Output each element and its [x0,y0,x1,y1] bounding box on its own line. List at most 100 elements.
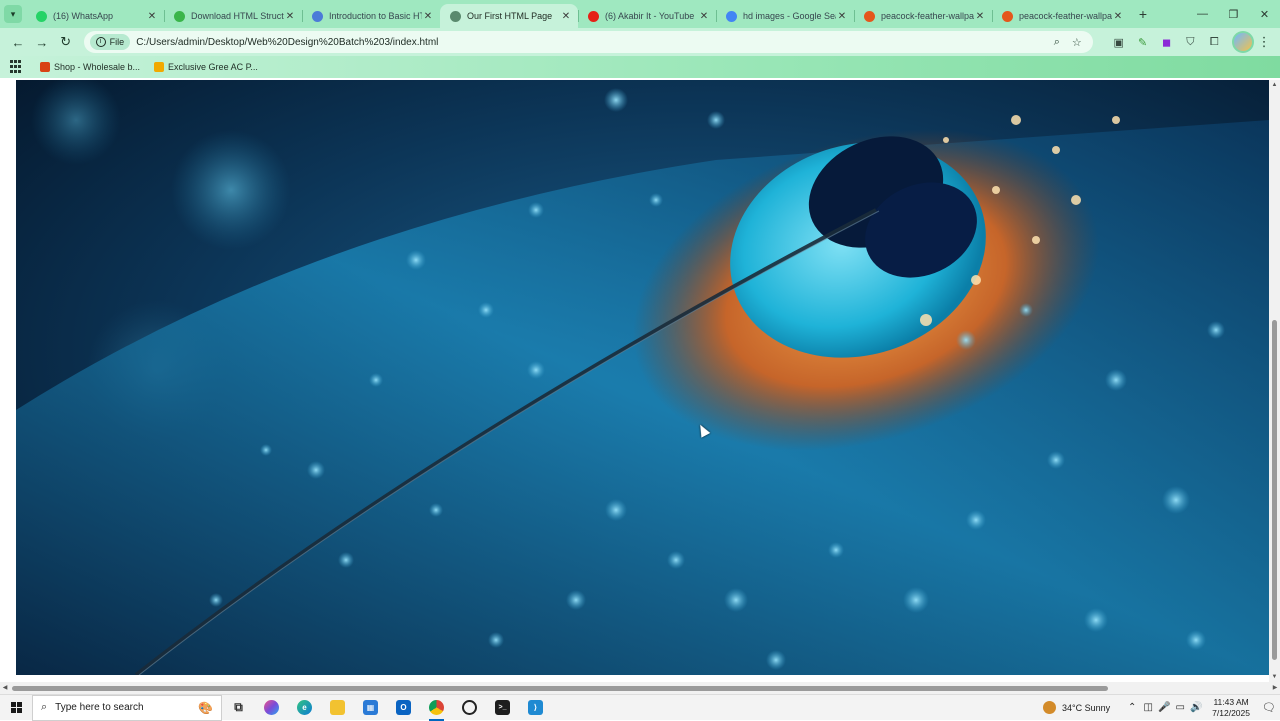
site-chip-label: File [109,37,125,47]
search-highlight-icon: 🎨 [198,700,213,715]
close-icon[interactable]: ✕ [284,11,296,22]
peacock-feather-image [16,80,1269,675]
zoom-icon[interactable]: ⌕ [1047,36,1067,49]
shield-icon[interactable]: ⛉ [1178,30,1202,54]
globe-icon [450,10,461,22]
site-icon [174,10,185,22]
search-icon: ⌕ [41,701,48,713]
clock-date: 7/12/2025 [1212,707,1250,718]
tab-title: Our First HTML Page [467,11,553,21]
tab-intro-html[interactable]: Introduction to Basic HTML ✕ [302,4,440,28]
bookmark-star-icon[interactable]: ☆ [1067,36,1087,49]
scroll-left-icon[interactable]: ◀ [0,682,10,694]
tab-peacock-2[interactable]: peacock-feather-wallpaper ✕ [992,4,1130,28]
opera-gx-icon[interactable] [453,695,486,721]
apps-grid-icon[interactable] [10,60,24,74]
tab-title: peacock-feather-wallpaper [1019,11,1112,21]
start-button[interactable] [0,695,32,721]
forward-button[interactable]: → [30,30,54,54]
close-icon[interactable]: ✕ [560,11,572,22]
menu-icon[interactable]: ⋮ [1254,34,1274,50]
copilot-icon[interactable] [255,695,288,721]
meet-now-icon[interactable]: ◫ [1140,702,1156,713]
tab-search-button[interactable]: ▾ [0,0,26,28]
feather-illustration [16,80,1269,675]
info-icon: i [95,37,106,47]
close-icon[interactable]: ✕ [974,11,986,22]
bookmark-gree-ac[interactable]: Exclusive Gree AC P... [154,62,258,72]
volume-icon[interactable]: 🔊 [1188,702,1204,713]
close-icon[interactable]: ✕ [146,11,158,22]
tab-whatsapp[interactable]: (16) WhatsApp ✕ [26,4,164,28]
vscode-icon[interactable]: ⟩ [519,695,552,721]
scroll-right-icon[interactable]: ▶ [1270,682,1280,694]
outlook-icon[interactable]: O [387,695,420,721]
page-viewport: ▲ ▼ [0,80,1280,682]
youtube-icon [588,10,599,22]
tab-title: (6) Akabir It - YouTube [605,11,695,21]
tab-strip: ▾ (16) WhatsApp ✕ Download HTML Structur… [0,0,1280,28]
edge-icon[interactable]: e [288,695,321,721]
tab-list: (16) WhatsApp ✕ Download HTML Structure … [26,0,1130,28]
tab-youtube[interactable]: (6) Akabir It - YouTube ✕ [578,4,716,28]
site-info-chip[interactable]: i File [89,34,131,50]
extension-icon-purple[interactable]: ◼ [1155,30,1179,54]
tab-google-search[interactable]: hd images - Google Search ✕ [716,4,854,28]
search-placeholder: Type here to search [55,702,144,713]
windows-taskbar: ⌕ Type here to search 🎨 ⧉ e ▦ O >_ ⟩ 34°… [0,694,1280,721]
color-picker-icon[interactable]: ✎ [1131,30,1155,54]
new-tab-button[interactable]: + [1130,2,1156,26]
horizontal-scrollbar[interactable]: ◀ ▶ [0,682,1280,694]
profile-avatar[interactable] [1232,31,1255,53]
weather-widget[interactable]: 34°C Sunny [1043,701,1110,714]
tab-download-html[interactable]: Download HTML Structure ✕ [164,4,302,28]
google-icon [726,10,737,22]
tab-title: (16) WhatsApp [53,11,114,21]
notification-icon[interactable]: 🗨 [1258,701,1280,714]
site-icon [312,10,323,22]
gree-icon [154,62,165,72]
bookmark-label: Exclusive Gree AC P... [168,62,258,72]
tab-title: Download HTML Structure [191,11,284,21]
url-text[interactable]: C:/Users/admin/Desktop/Web%20Design%20Ba… [136,37,1047,48]
clock[interactable]: 11:43 AM 7/12/2025 [1212,697,1250,719]
extension-icon-1[interactable]: ▣ [1107,30,1131,54]
address-bar[interactable]: i File C:/Users/admin/Desktop/Web%20Desi… [83,31,1093,53]
close-icon[interactable]: ✕ [422,11,434,22]
file-explorer-icon[interactable] [321,695,354,721]
tab-title: hd images - Google Search [743,11,836,21]
back-button[interactable]: ← [6,30,30,54]
tab-title: Introduction to Basic HTML [329,11,422,21]
tab-title: peacock-feather-wallpaper [881,11,974,21]
bookmarks-bar: Shop - Wholesale b... Exclusive Gree AC … [0,56,1280,78]
close-icon[interactable]: ✕ [1112,11,1124,22]
chevron-up-icon[interactable]: ⌃ [1124,702,1140,713]
reload-button[interactable]: ↻ [54,30,78,54]
chrome-icon[interactable] [420,695,453,721]
tab-our-first-html-page[interactable]: Our First HTML Page ✕ [440,4,578,28]
scroll-down-icon[interactable]: ▼ [1269,674,1280,680]
minimize-button[interactable]: — [1187,0,1218,28]
scroll-up-icon[interactable]: ▲ [1269,82,1280,88]
microphone-icon[interactable]: 🎤 [1156,702,1172,713]
puzzle-icon[interactable]: ⧠ [1202,30,1226,54]
tab-peacock-1[interactable]: peacock-feather-wallpaper ✕ [854,4,992,28]
sun-icon [1043,701,1057,714]
weather-text: 34°C Sunny [1062,702,1111,713]
task-view-icon[interactable]: ⧉ [222,695,255,721]
vertical-scroll-thumb[interactable] [1272,320,1277,660]
close-icon[interactable]: ✕ [836,11,848,22]
close-window-button[interactable]: ✕ [1249,0,1280,28]
network-icon[interactable]: ▭ [1172,702,1188,713]
whatsapp-icon [36,10,47,22]
close-icon[interactable]: ✕ [698,11,710,22]
bookmark-shop[interactable]: Shop - Wholesale b... [40,62,140,72]
chevron-down-icon: ▾ [4,5,22,23]
taskbar-search-box[interactable]: ⌕ Type here to search 🎨 [32,694,222,721]
restore-button[interactable]: ❐ [1218,0,1249,28]
horizontal-scroll-thumb[interactable] [12,686,1108,691]
clock-time: 11:43 AM [1213,696,1249,707]
vertical-scrollbar[interactable]: ▲ ▼ [1269,80,1280,682]
store-icon[interactable]: ▦ [354,695,387,721]
terminal-icon[interactable]: >_ [486,695,519,721]
